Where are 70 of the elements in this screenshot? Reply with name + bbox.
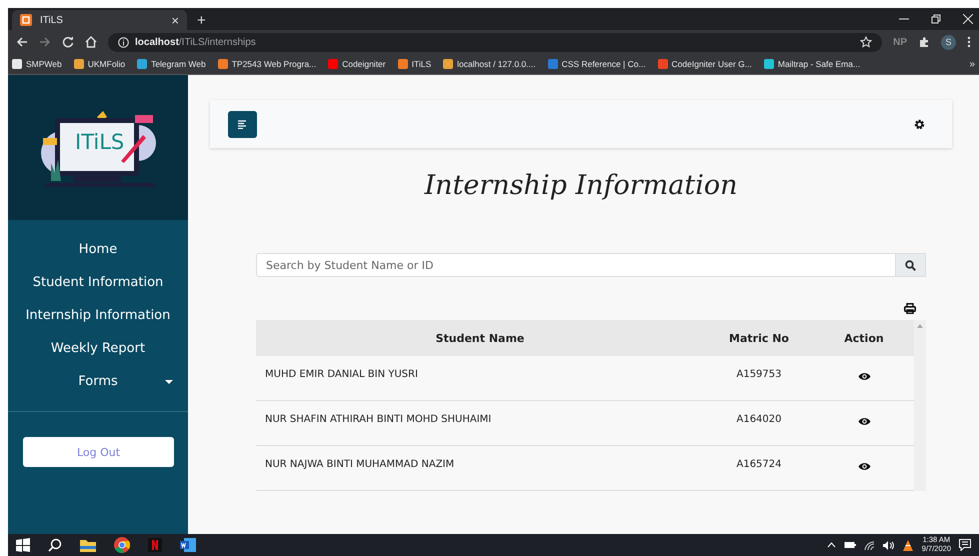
menu-icon[interactable] — [967, 36, 971, 48]
table-cell-text: NUR SHAFIN ATHIRAH BINTI MOHD SHUHAIMI — [264, 413, 492, 425]
menu-button[interactable] — [228, 110, 257, 138]
forward-icon — [39, 36, 51, 48]
tab-title: ITiLS — [40, 14, 64, 26]
nav-link[interactable]: Home — [78, 240, 118, 259]
search-icon[interactable] — [48, 538, 62, 552]
close-icon[interactable]: × — [171, 14, 179, 26]
nav-link[interactable]: Forms — [8, 372, 188, 391]
vlc-cone-icon[interactable] — [902, 540, 914, 550]
bookmark[interactable]: Mailtrap - Safe Ema... — [764, 59, 860, 69]
restore-icon[interactable] — [931, 14, 941, 24]
chevron-up-icon[interactable] — [826, 542, 836, 548]
bookmark[interactable]: CodeIgniter User G... — [658, 59, 752, 69]
home-icon[interactable] — [85, 36, 97, 48]
scrollbar[interactable] — [914, 320, 926, 491]
bookmark[interactable]: Telegram Web — [137, 59, 206, 69]
settings-icon[interactable] — [914, 118, 925, 130]
eye-icon[interactable] — [858, 372, 870, 381]
site-icon — [20, 14, 32, 26]
info-icon — [118, 36, 129, 48]
battery-icon[interactable] — [844, 541, 856, 549]
reload-icon[interactable] — [62, 36, 74, 48]
address-field[interactable]: localhost/ITiLS/internships — [108, 32, 882, 52]
more-bookmarks-button[interactable]: » — [969, 58, 975, 70]
table-cell-text: A164020 — [735, 413, 782, 425]
folder-icon[interactable] — [80, 538, 96, 552]
bookmark[interactable]: localhost / 127.0.0.... — [443, 59, 536, 69]
table-cell-text: NUR NAJWA BINTI MUHAMMAD NAZIM — [264, 458, 456, 470]
star-icon[interactable] — [860, 36, 872, 48]
column-header: Action — [843, 332, 885, 344]
search-button[interactable] — [896, 253, 926, 277]
page-title: Internship Information — [423, 170, 738, 201]
bookmark[interactable]: TP2543 Web Progra... — [218, 59, 316, 69]
bookmark[interactable]: CSS Reference | Co... — [548, 59, 646, 69]
column-header: Matric No — [728, 332, 790, 344]
menu-icon — [238, 120, 248, 128]
search-field[interactable]: Search by Student Name or ID — [256, 253, 896, 277]
nav-link[interactable]: Weekly Report — [50, 339, 146, 358]
notification-icon[interactable] — [959, 539, 971, 551]
wifi-icon[interactable] — [864, 540, 875, 550]
bookmark[interactable]: Codeigniter — [328, 59, 386, 69]
bookmark[interactable]: SMPWeb — [12, 59, 62, 69]
word-icon[interactable] — [180, 538, 196, 552]
eye-icon[interactable] — [858, 417, 870, 426]
close-icon[interactable] — [963, 14, 973, 24]
log-out-button[interactable]: Log Out — [23, 437, 174, 467]
table-cell-text: MUHD EMIR DANIAL BIN YUSRI — [264, 368, 419, 380]
logo-text: ITiLS — [75, 130, 124, 154]
table-cell-text: A159753 — [735, 368, 782, 380]
new-tab-button[interactable]: + — [197, 13, 206, 28]
url-text: localhost/ITiLS/internships — [135, 36, 257, 48]
chrome-icon[interactable] — [114, 537, 130, 553]
table-cell-text: A165724 — [735, 458, 782, 470]
browser-tab[interactable]: ITiLS × — [12, 10, 187, 30]
speaker-icon[interactable] — [882, 540, 894, 550]
search-icon — [905, 260, 916, 270]
profile-avatar[interactable]: S — [941, 34, 956, 50]
bookmark[interactable]: UKMFolio — [74, 59, 126, 69]
puzzle-icon[interactable] — [918, 36, 930, 48]
column-header: Student Name — [434, 332, 526, 344]
netflix-icon[interactable] — [148, 538, 162, 552]
eye-icon[interactable] — [858, 462, 870, 471]
nav-link[interactable]: Internship Information — [26, 306, 170, 325]
nav-link[interactable]: Student Information — [32, 273, 164, 292]
back-icon[interactable] — [16, 36, 28, 48]
windows-start-icon[interactable] — [16, 538, 30, 552]
caret-icon — [165, 380, 173, 384]
bookmark[interactable]: ITiLS — [398, 59, 432, 69]
printer-icon[interactable] — [904, 303, 916, 314]
